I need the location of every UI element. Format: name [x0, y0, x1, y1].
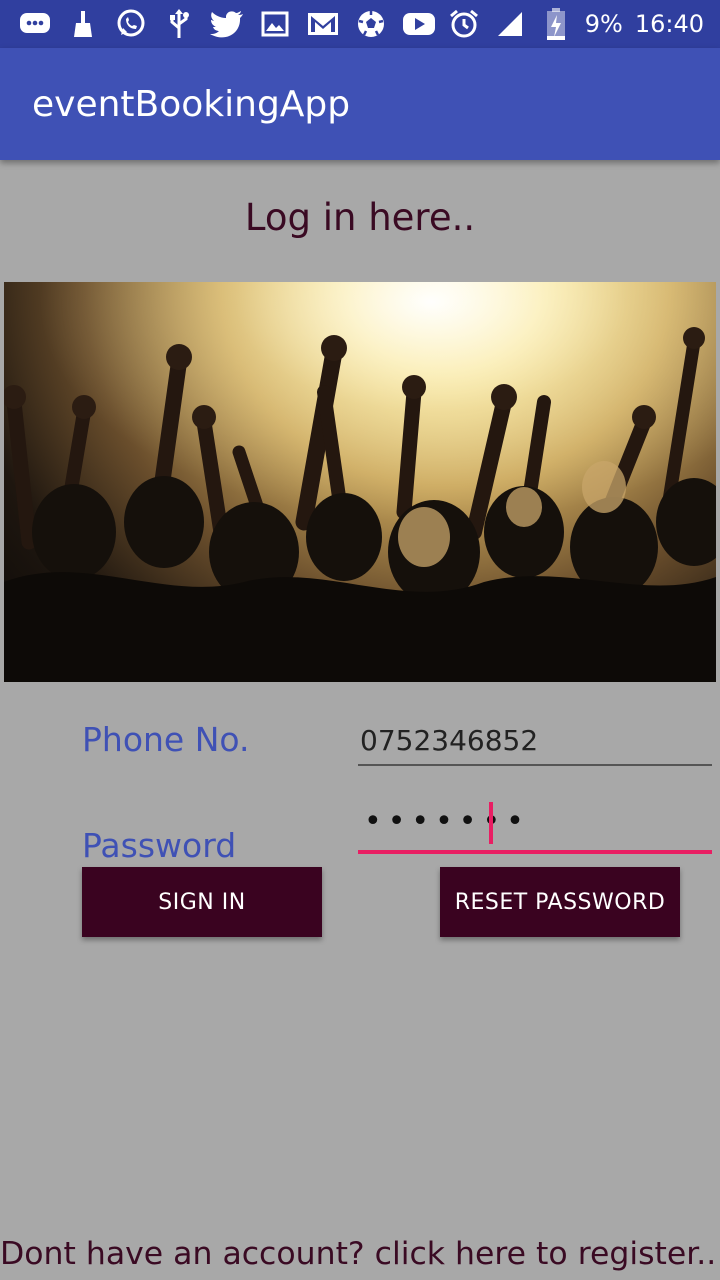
app-bar: eventBookingApp	[0, 48, 720, 160]
battery-charging-icon	[539, 7, 573, 41]
crowd-silhouette	[4, 282, 716, 682]
chat-bubble-icon	[18, 7, 52, 41]
phone-field[interactable]: 0752346852	[358, 706, 712, 766]
youtube-icon	[402, 7, 436, 41]
text-cursor	[489, 802, 493, 844]
page-heading: Log in here..	[244, 196, 476, 239]
password-field-underline	[358, 850, 712, 854]
status-right: 9% 16:40	[447, 6, 704, 42]
notification-icons	[18, 6, 436, 42]
alarm-icon	[447, 7, 481, 41]
twitter-icon	[210, 7, 244, 41]
password-field[interactable]: •••••••	[358, 794, 712, 854]
image-icon	[258, 7, 292, 41]
soccer-ball-icon	[354, 7, 388, 41]
phone-label: Phone No.	[82, 720, 250, 759]
phone-value: 0752346852	[360, 724, 539, 757]
gmail-icon	[306, 7, 340, 41]
register-link[interactable]: Dont have an account? click here to regi…	[0, 1236, 720, 1272]
app-title: eventBookingApp	[32, 84, 351, 125]
clock: 16:40	[634, 10, 704, 38]
status-bar: 9% 16:40	[0, 0, 720, 48]
signal-icon	[493, 7, 527, 41]
whatsapp-icon	[114, 7, 148, 41]
password-value: •••••••	[364, 804, 530, 839]
hero-image	[4, 282, 716, 682]
sign-in-button[interactable]: SIGN IN	[82, 867, 322, 937]
battery-percent: 9%	[584, 10, 623, 38]
phone-field-underline	[358, 764, 712, 766]
broom-icon	[66, 7, 100, 41]
usb-icon	[162, 7, 196, 41]
reset-password-button[interactable]: RESET PASSWORD	[440, 867, 680, 937]
password-label: Password	[82, 826, 237, 865]
